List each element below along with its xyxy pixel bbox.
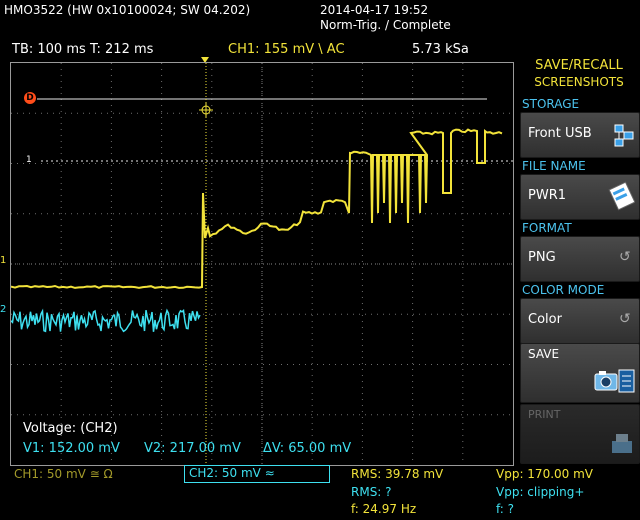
rotary-knob-icon: ↺ bbox=[619, 311, 631, 327]
cursor-v1: V1: 152.00 mV bbox=[23, 441, 120, 456]
ch1-trigger-setting: CH1: 155 mV \ AC bbox=[228, 42, 345, 57]
storage-value: Front USB bbox=[528, 126, 592, 141]
trigger-time: T: 212 ms bbox=[90, 42, 154, 57]
format-value: PNG bbox=[528, 250, 556, 265]
ch2-vpp: Vpp: clipping+ bbox=[496, 485, 585, 499]
edit-file-icon bbox=[608, 181, 635, 211]
ch1-vpp: Vpp: 170.00 mV bbox=[496, 467, 594, 481]
ch2-setting: CH2: 50 mV ≈ bbox=[189, 466, 275, 480]
ch2-frequency: f: ? bbox=[496, 502, 515, 516]
ch1-rms: RMS: 39.78 mV bbox=[351, 467, 444, 481]
save-button[interactable]: SAVE bbox=[520, 343, 640, 403]
timebase: TB: 100 ms bbox=[12, 42, 86, 57]
filename-value: PWR1 bbox=[528, 188, 566, 203]
print-button[interactable]: PRINT bbox=[520, 404, 640, 464]
ch1-setting[interactable]: CH1: 50 mV ≅ Ω bbox=[14, 467, 113, 481]
datetime: 2014-04-17 19:52 bbox=[320, 3, 429, 17]
trigger-status: Norm-Trig. / Complete bbox=[320, 18, 451, 32]
save-label: SAVE bbox=[528, 347, 560, 361]
ch2-level-marker: 2 bbox=[0, 304, 7, 315]
rotary-knob-icon: ↺ bbox=[619, 249, 631, 265]
ch1-frequency: f: 24.97 Hz bbox=[351, 502, 417, 516]
ch1-level-marker: 1 bbox=[0, 255, 7, 266]
printer-icon bbox=[612, 434, 632, 453]
sample-rate: 5.73 kSa bbox=[412, 42, 469, 57]
storage-button[interactable]: Front USB bbox=[520, 112, 640, 158]
filename-heading: FILE NAME bbox=[522, 159, 586, 173]
format-heading: FORMAT bbox=[522, 221, 572, 235]
format-button[interactable]: PNG ↺ bbox=[520, 236, 640, 282]
cursor-crosshair bbox=[199, 103, 213, 117]
ch2-setting-box[interactable]: CH2: 50 mV ≈ bbox=[184, 465, 330, 483]
ch1-reference-label: 1 bbox=[26, 155, 32, 165]
panel-title: SAVE/RECALL bbox=[535, 58, 623, 73]
device-info: HMO3522 (HW 0x10100024; SW 04.202) bbox=[4, 3, 251, 17]
ch2-rms: RMS: ? bbox=[351, 485, 392, 499]
colormode-heading: COLOR MODE bbox=[522, 283, 605, 297]
ch1-trace bbox=[11, 128, 503, 289]
colormode-value: Color bbox=[528, 312, 562, 327]
storage-heading: STORAGE bbox=[522, 97, 580, 111]
colormode-button[interactable]: Color ↺ bbox=[520, 298, 640, 344]
usb-icon bbox=[614, 124, 634, 147]
waveform-svg bbox=[11, 63, 513, 465]
cursor-delta-v: ΔV: 65.00 mV bbox=[263, 441, 352, 456]
ref-marker-d: D bbox=[24, 92, 36, 104]
waveform-display[interactable]: Voltage: (CH2) V1: 152.00 mV V2: 217.00 … bbox=[10, 62, 514, 466]
cursor-readout-title: Voltage: (CH2) bbox=[23, 421, 118, 436]
filename-button[interactable]: PWR1 bbox=[520, 174, 640, 220]
ch2-trace bbox=[11, 308, 201, 333]
print-label: PRINT bbox=[528, 408, 561, 421]
panel-subtitle: SCREENSHOTS bbox=[534, 75, 624, 89]
cursor-v2: V2: 217.00 mV bbox=[144, 441, 241, 456]
camera-save-icon bbox=[594, 369, 635, 393]
